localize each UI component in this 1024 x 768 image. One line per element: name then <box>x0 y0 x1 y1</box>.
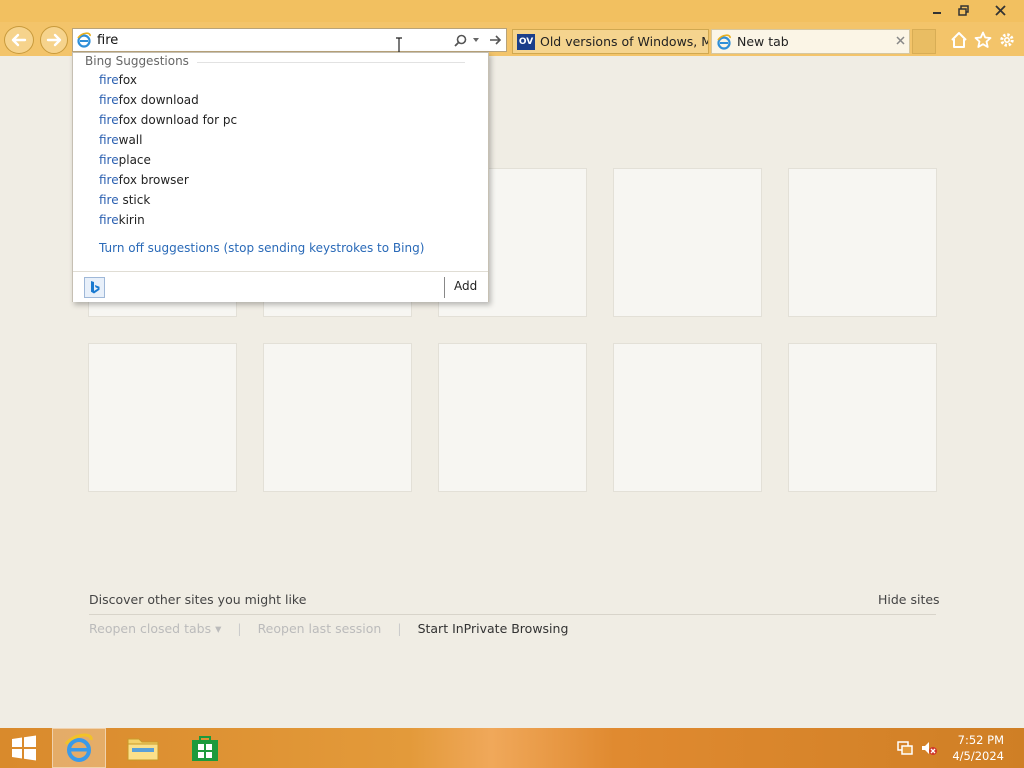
tab-label: Old versions of Windows, Mac ... <box>540 34 708 49</box>
taskbar-internet-explorer[interactable] <box>52 728 106 768</box>
add-provider-button[interactable]: Add <box>454 279 477 293</box>
restore-icon <box>957 4 969 16</box>
taskbar: 7:52 PM 4/5/2024 <box>0 728 1024 768</box>
store-icon <box>192 736 218 761</box>
divider <box>444 277 445 298</box>
site-tile[interactable] <box>88 343 237 492</box>
windows-logo-icon <box>12 735 36 761</box>
forward-arrow-icon <box>46 33 62 47</box>
restore-button[interactable] <box>948 0 978 20</box>
back-button[interactable] <box>4 26 34 54</box>
suggestion-rest: fox download <box>118 93 199 107</box>
search-icon <box>453 34 466 47</box>
address-bar[interactable] <box>72 28 507 52</box>
site-tile[interactable] <box>788 343 937 492</box>
suggestion-item[interactable]: firefox <box>99 73 137 91</box>
new-tab-button[interactable] <box>912 29 936 54</box>
tab-new-tab[interactable]: New tab <box>711 29 910 54</box>
close-tab-button[interactable] <box>891 34 909 49</box>
suggestion-item[interactable]: firefox browser <box>99 173 189 191</box>
suggestion-rest: wall <box>118 133 143 147</box>
suggestion-typed-part: fire <box>99 193 119 207</box>
reopen-last-session-link[interactable]: Reopen last session <box>258 621 382 636</box>
bing-provider-button[interactable] <box>84 277 105 298</box>
discover-heading: Discover other sites you might like <box>89 592 307 607</box>
site-tile[interactable] <box>613 168 762 317</box>
tab-label: New tab <box>737 34 789 49</box>
ie-page-icon <box>717 33 731 50</box>
close-window-button[interactable] <box>978 0 1022 20</box>
chevron-down-icon <box>473 38 479 42</box>
system-clock[interactable]: 7:52 PM 4/5/2024 <box>952 732 1004 764</box>
internet-explorer-icon <box>64 733 93 762</box>
suggestion-rest: fox download for pc <box>118 113 238 127</box>
suggestion-rest: fox browser <box>118 173 189 187</box>
site-tile[interactable] <box>263 343 412 492</box>
taskbar-store[interactable] <box>178 728 232 768</box>
close-icon <box>895 36 905 45</box>
suggestion-typed-part: fire <box>99 73 119 87</box>
reopen-closed-tabs-link[interactable]: Reopen closed tabs ▾ <box>89 621 221 636</box>
divider <box>196 61 465 63</box>
forward-button[interactable] <box>40 26 68 54</box>
suggestion-rest: stick <box>118 193 151 207</box>
search-button[interactable] <box>452 30 468 50</box>
site-favicon: OV <box>517 33 535 50</box>
link-separator: | <box>237 621 242 636</box>
suggestions-dropdown: Bing Suggestions firefox firefox downloa… <box>72 52 489 302</box>
suggestions-header: Bing Suggestions <box>85 53 465 69</box>
home-button[interactable] <box>948 29 970 51</box>
suggestion-item[interactable]: firefox download <box>99 93 199 111</box>
suggestion-item[interactable]: firefox download for pc <box>99 113 237 131</box>
favorites-button[interactable] <box>972 29 994 51</box>
suggestion-typed-part: fire <box>99 113 119 127</box>
suggestion-typed-part: fire <box>99 153 119 167</box>
suggestion-rest: kirin <box>118 213 145 227</box>
turn-off-suggestions-link[interactable]: Turn off suggestions (stop sending keyst… <box>99 241 424 255</box>
minimize-icon <box>933 12 941 14</box>
clock-time: 7:52 PM <box>957 733 1004 747</box>
suggestion-typed-part: fire <box>99 93 119 107</box>
suggestion-rest: fox <box>118 73 137 87</box>
start-button[interactable] <box>0 728 48 768</box>
back-arrow-icon <box>11 33 27 47</box>
start-inprivate-link[interactable]: Start InPrivate Browsing <box>418 621 569 636</box>
session-links: Reopen closed tabs ▾ | Reopen last sessi… <box>89 621 568 636</box>
suggestion-item[interactable]: firewall <box>99 133 142 151</box>
star-icon <box>974 31 992 48</box>
close-icon <box>994 4 1006 16</box>
suggestions-header-label: Bing Suggestions <box>85 54 189 68</box>
suggestion-typed-part: fire <box>99 173 119 187</box>
search-provider-bar: Add <box>73 271 488 302</box>
suggestion-item[interactable]: firekirin <box>99 213 145 231</box>
taskbar-file-explorer[interactable] <box>116 728 170 768</box>
hide-sites-link[interactable]: Hide sites <box>878 592 940 607</box>
suggestion-typed-part: fire <box>99 213 119 227</box>
go-arrow-icon <box>489 35 501 45</box>
network-icon[interactable] <box>896 740 914 756</box>
bing-icon <box>90 281 99 294</box>
dropdown-button[interactable] <box>468 30 484 50</box>
volume-muted-icon[interactable] <box>920 740 938 756</box>
divider <box>89 614 936 615</box>
clock-date: 4/5/2024 <box>952 749 1004 763</box>
home-icon <box>951 32 967 48</box>
site-tile[interactable] <box>613 343 762 492</box>
tab-old-versions[interactable]: OV Old versions of Windows, Mac ... <box>512 29 709 54</box>
link-separator: | <box>397 621 402 636</box>
site-tile[interactable] <box>438 343 587 492</box>
folder-icon <box>127 738 159 761</box>
gear-icon <box>1000 33 1014 47</box>
tools-button[interactable] <box>996 29 1018 51</box>
go-button[interactable] <box>484 30 506 50</box>
suggestion-item[interactable]: fireplace <box>99 153 151 171</box>
suggestion-item[interactable]: fire stick <box>99 193 150 211</box>
suggestion-typed-part: fire <box>99 133 119 147</box>
title-bar <box>0 0 1024 22</box>
site-tile[interactable] <box>788 168 937 317</box>
suggestion-rest: place <box>118 153 151 167</box>
ie-page-icon <box>73 29 95 51</box>
